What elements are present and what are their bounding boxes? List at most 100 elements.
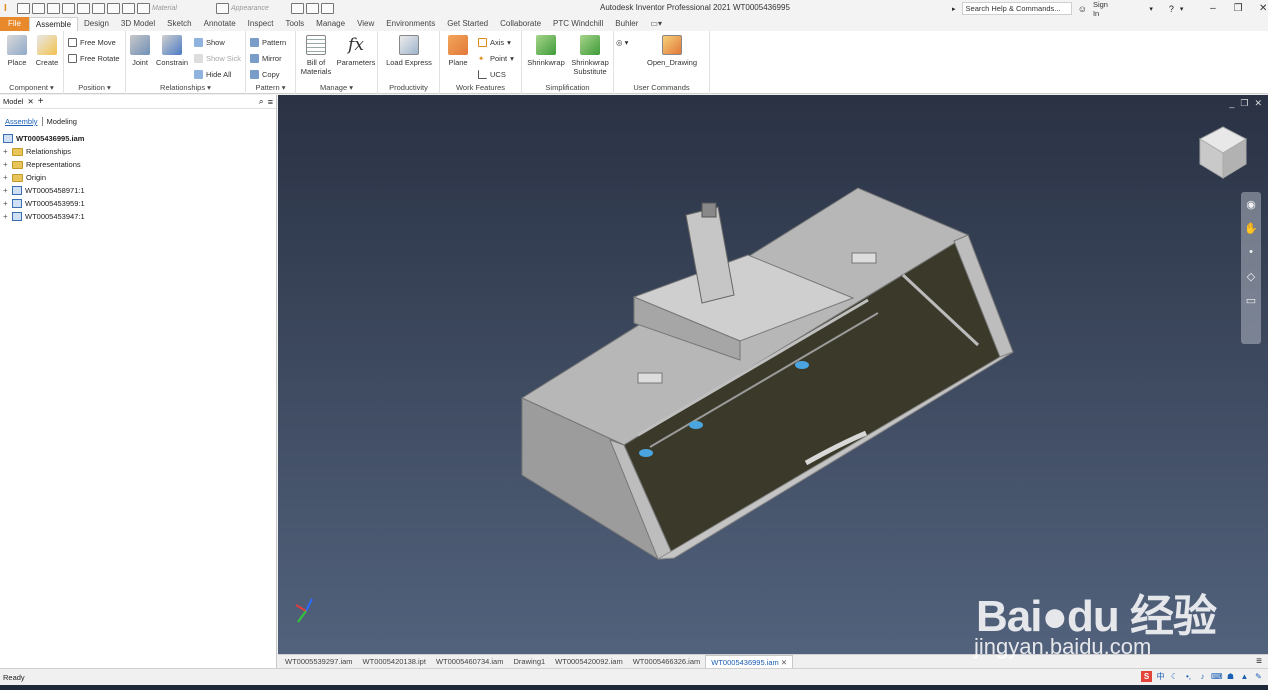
joint-button[interactable]: Joint	[126, 35, 154, 67]
free-move-button[interactable]: Free Move	[68, 36, 116, 48]
tab-environments[interactable]: Environments	[380, 17, 441, 31]
tree-item-origin[interactable]: + Origin	[0, 171, 276, 184]
orbit-icon[interactable]: ◇	[1241, 264, 1261, 288]
tree-item-subassembly[interactable]: + WT0005453947:1	[0, 210, 276, 223]
free-rotate-button[interactable]: Free Rotate	[68, 52, 120, 64]
chevron-down-icon[interactable]: ▾	[1149, 5, 1153, 13]
pattern-panel-label[interactable]: Pattern ▾	[246, 83, 295, 92]
tab-tools[interactable]: Tools	[279, 17, 310, 31]
search-help-input[interactable]: Search Help & Commands...	[961, 2, 1072, 15]
tab-annotate[interactable]: Annotate	[198, 17, 242, 31]
doc-tab[interactable]: WT0005460734.iam	[431, 655, 509, 668]
keyboard-icon[interactable]: ⌨	[1211, 671, 1223, 682]
wrench-icon[interactable]: ✎	[1253, 671, 1264, 682]
hide-all-button[interactable]: Hide All	[194, 68, 231, 80]
tab-ptc-windchill[interactable]: PTC Windchill	[547, 17, 609, 31]
load-express-button[interactable]: Load Express	[382, 35, 436, 67]
tab-buhler[interactable]: Buhler	[609, 17, 644, 31]
clear-icon[interactable]	[321, 3, 334, 14]
select-icon[interactable]	[107, 3, 120, 14]
show-sick-button[interactable]: Show Sick	[194, 52, 241, 64]
graphics-window[interactable]: _ ❐ ✕ ◉ ✋ • ◇ ▭	[278, 95, 1268, 654]
constrain-button[interactable]: Constrain	[154, 35, 190, 67]
place-button[interactable]: Place	[2, 35, 32, 67]
tab-inspect[interactable]: Inspect	[242, 17, 280, 31]
tab-get-started[interactable]: Get Started	[441, 17, 494, 31]
redo-icon[interactable]	[77, 3, 90, 14]
shrinkwrap-substitute-button[interactable]: Shrinkwrap Substitute	[568, 35, 612, 76]
punctuation-icon[interactable]: •,	[1183, 671, 1194, 682]
expand-icon[interactable]: +	[3, 199, 9, 207]
appearance-icon[interactable]	[216, 3, 229, 14]
doc-tab-active[interactable]: WT0005436995.iam ✕	[705, 655, 794, 668]
position-panel-label[interactable]: Position ▾	[64, 83, 125, 92]
assembly-model[interactable]	[278, 95, 1268, 654]
copy-button[interactable]: Copy	[250, 68, 280, 80]
moon-icon[interactable]: ☾	[1169, 671, 1180, 682]
tab-assembly[interactable]: Assembly	[5, 117, 43, 126]
point-button[interactable]: ✦ Point ▾	[478, 52, 514, 64]
doc-tab[interactable]: WT0005420138.ipt	[358, 655, 431, 668]
doc-tab[interactable]: WT0005466326.iam	[628, 655, 706, 668]
measure-icon[interactable]	[291, 3, 304, 14]
shirt-icon[interactable]: ▲	[1239, 671, 1250, 682]
shadow-icon[interactable]	[306, 3, 319, 14]
pattern-button[interactable]: Pattern	[250, 36, 286, 48]
parameters-button[interactable]: fx Parameters	[336, 35, 376, 67]
open-drawing-button[interactable]: Open_Drawing	[644, 35, 700, 67]
axis-button[interactable]: Axis ▾	[478, 36, 511, 48]
tree-item-relationships[interactable]: + Relationships	[0, 145, 276, 158]
tab-3d-model[interactable]: 3D Model	[115, 17, 161, 31]
chevron-down-icon[interactable]: ▾	[1180, 5, 1184, 13]
home-icon[interactable]	[92, 3, 105, 14]
user-commands-options[interactable]: ◎ ▾	[616, 36, 628, 48]
expand-icon[interactable]: +	[3, 173, 9, 181]
doc-tab[interactable]: WT0005539297.iam	[280, 655, 358, 668]
pan-icon[interactable]: ✋	[1241, 216, 1261, 240]
close-button[interactable]: ✕	[1254, 3, 1268, 14]
new-file-icon[interactable]	[17, 3, 30, 14]
expand-icon[interactable]: +	[3, 160, 9, 168]
expand-icon[interactable]: +	[3, 147, 9, 155]
close-icon[interactable]: ✕	[781, 658, 787, 667]
ribbon-options-button[interactable]: ▭▾	[644, 17, 668, 31]
tab-menu-icon[interactable]: ≡	[1256, 656, 1268, 667]
skin-icon[interactable]: ☗	[1225, 671, 1236, 682]
look-at-icon[interactable]: ▭	[1241, 288, 1261, 312]
ucs-button[interactable]: UCS	[478, 68, 506, 80]
tree-root[interactable]: WT0005436995.iam	[0, 132, 276, 145]
doc-tab[interactable]: WT0005420092.iam	[550, 655, 628, 668]
tree-item-subassembly[interactable]: + WT0005453959:1	[0, 197, 276, 210]
ime-logo-icon[interactable]: S	[1141, 671, 1152, 682]
tree-item-representations[interactable]: + Representations	[0, 158, 276, 171]
minimize-button[interactable]: –	[1203, 3, 1222, 14]
open-file-icon[interactable]	[32, 3, 45, 14]
sign-in-link[interactable]: Sign In	[1093, 0, 1115, 18]
shrinkwrap-button[interactable]: Shrinkwrap	[524, 35, 568, 67]
viewcube-icon[interactable]	[1198, 126, 1248, 179]
menu-icon[interactable]: ≡	[268, 97, 273, 107]
show-button[interactable]: Show	[194, 36, 225, 48]
microphone-icon[interactable]: ♪	[1197, 671, 1208, 682]
mirror-button[interactable]: Mirror	[250, 52, 282, 64]
create-button[interactable]: Create	[32, 35, 62, 67]
relationships-panel-label[interactable]: Relationships ▾	[126, 83, 245, 92]
expand-icon[interactable]: +	[3, 186, 9, 194]
tree-item-subassembly[interactable]: + WT0005458971:1	[0, 184, 276, 197]
bill-of-materials-button[interactable]: Bill of Materials	[298, 35, 334, 76]
browser-title[interactable]: Model	[3, 97, 23, 106]
tab-collaborate[interactable]: Collaborate	[494, 17, 547, 31]
tab-view[interactable]: View	[351, 17, 380, 31]
undo-icon[interactable]	[62, 3, 75, 14]
add-icon[interactable]: +	[38, 96, 44, 107]
zoom-icon[interactable]: •	[1241, 240, 1261, 264]
appearance-dropdown[interactable]: Appearance	[231, 5, 289, 12]
expand-icon[interactable]: +	[3, 212, 9, 220]
update-icon[interactable]	[122, 3, 135, 14]
material-dropdown[interactable]: Material	[152, 5, 214, 12]
help-icon[interactable]: ?	[1169, 4, 1174, 14]
material-icon[interactable]	[137, 3, 150, 14]
manage-panel-label[interactable]: Manage ▾	[296, 83, 377, 92]
steering-wheel-icon[interactable]: ◉	[1241, 192, 1261, 216]
ime-mode-icon[interactable]: 中	[1155, 671, 1166, 682]
